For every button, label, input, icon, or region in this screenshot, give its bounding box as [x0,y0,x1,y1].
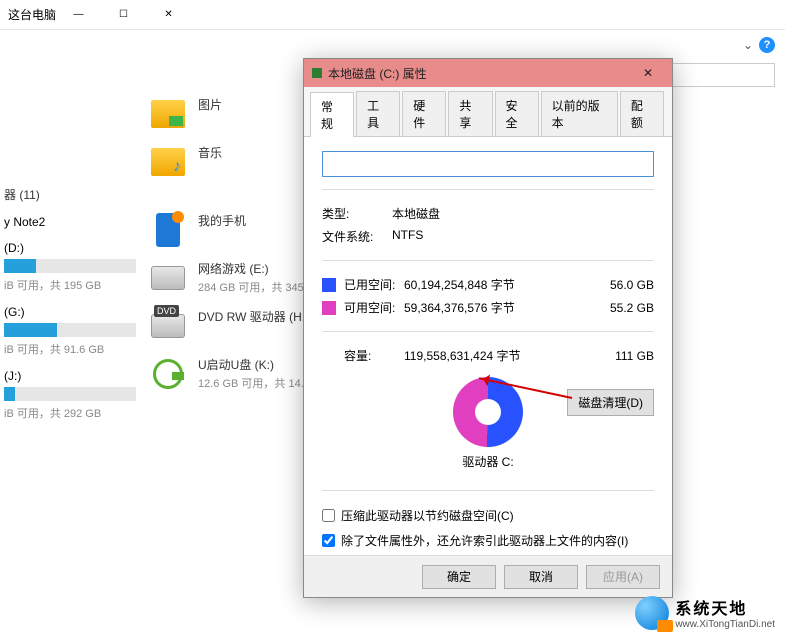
item-label: 音乐 [198,144,222,161]
usage-bar [4,387,136,401]
cancel-button[interactable]: 取消 [504,565,578,589]
help-icon[interactable]: ? [759,37,775,53]
dialog-title: 本地磁盘 (C:) 属性 [328,65,628,82]
drive-sub: iB 可用，共 292 GB [4,405,136,421]
hdd-icon [150,260,186,296]
divider [322,260,654,261]
tab-quota[interactable]: 配额 [620,91,664,136]
usage-bar [4,323,136,337]
drive-sub: iB 可用，共 195 GB [4,277,136,293]
capacity-label: 容量: [344,347,404,364]
dialog-body: 类型: 本地磁盘 文件系统: NTFS 已用空间: 60,194,254,848… [304,137,672,567]
drive-name: (D:) [4,241,136,255]
close-button[interactable]: ✕ [146,0,191,30]
apply-button[interactable]: 应用(A) [586,565,660,589]
drive-sub: iB 可用，共 91.6 GB [4,341,136,357]
usage-bar [4,259,136,273]
item-label: DVD RW 驱动器 (H:) [198,308,309,325]
compress-label: 压缩此驱动器以节约磁盘空间(C) [341,507,514,524]
divider [322,490,654,491]
index-checkbox[interactable] [322,534,335,547]
index-row: 除了文件属性外，还允许索引此驱动器上文件的内容(I) [322,528,654,553]
window-controls: — ☐ ✕ [56,0,191,30]
usb-icon [150,356,186,392]
type-row: 类型: 本地磁盘 [322,202,654,225]
dialog-footer: 确定 取消 应用(A) [304,555,672,597]
globe-icon [635,596,669,630]
index-label: 除了文件属性外，还允许索引此驱动器上文件的内容(I) [341,532,628,549]
drive-name: (J:) [4,369,136,383]
used-space-row: 已用空间: 60,194,254,848 字节 56.0 GB [322,273,654,296]
drive-name: (G:) [4,305,136,319]
toolbar: ⌄ ? [0,30,785,60]
drive-icon [312,68,322,78]
compress-checkbox[interactable] [322,509,335,522]
capacity-gb: 111 GB [594,349,654,363]
window-title: 这台电脑 [8,6,56,23]
free-color-swatch [322,301,336,315]
volume-name-input[interactable] [322,151,654,177]
devices-header: 器 (11) [0,180,140,209]
fs-label: 文件系统: [322,228,392,245]
watermark-title: 系统天地 [675,595,775,619]
used-gb: 56.0 GB [594,278,654,292]
watermark: 系统天地 www.XiTongTianDi.net [635,595,775,630]
left-column: 器 (11) y Note2 (D:) iB 可用，共 195 GB (G:) … [0,90,140,427]
music-folder-icon [150,144,186,180]
divider [322,331,654,332]
pictures-folder-icon [150,96,186,132]
properties-dialog: 本地磁盘 (C:) 属性 ✕ 常规 工具 硬件 共享 安全 以前的版本 配额 类… [303,58,673,598]
maximize-button[interactable]: ☐ [101,0,146,30]
fs-value: NTFS [392,228,654,245]
free-gb: 55.2 GB [594,301,654,315]
chevron-down-icon[interactable]: ⌄ [743,38,753,52]
divider [322,189,654,190]
capacity-row: 容量: 119,558,631,424 字节 111 GB [322,344,654,367]
capacity-bytes: 119,558,631,424 字节 [404,347,594,364]
tab-previous[interactable]: 以前的版本 [541,91,618,136]
list-item[interactable]: y Note2 [0,209,140,235]
window-titlebar: 这台电脑 — ☐ ✕ [0,0,785,30]
used-bytes: 60,194,254,848 字节 [404,276,594,293]
tab-tools[interactable]: 工具 [356,91,400,136]
dvd-icon [150,308,186,344]
free-label: 可用空间: [344,299,404,316]
disk-cleanup-button[interactable]: 磁盘清理(D) [567,389,654,416]
list-item[interactable]: (J:) iB 可用，共 292 GB [0,363,140,427]
drive-name: y Note2 [4,215,136,229]
used-label: 已用空间: [344,276,404,293]
phone-icon [150,212,186,248]
minimize-button[interactable]: — [56,0,101,30]
tab-sharing[interactable]: 共享 [448,91,492,136]
dialog-titlebar[interactable]: 本地磁盘 (C:) 属性 ✕ [304,59,672,87]
list-item[interactable]: (D:) iB 可用，共 195 GB [0,235,140,299]
used-color-swatch [322,278,336,292]
tab-hardware[interactable]: 硬件 [402,91,446,136]
watermark-url: www.XiTongTianDi.net [675,619,775,630]
filesystem-row: 文件系统: NTFS [322,225,654,248]
type-label: 类型: [322,205,392,222]
compress-row: 压缩此驱动器以节约磁盘空间(C) [322,503,654,528]
ok-button[interactable]: 确定 [422,565,496,589]
tab-general[interactable]: 常规 [310,92,354,137]
drive-label: 驱动器 C: [322,453,654,478]
free-space-row: 可用空间: 59,364,376,576 字节 55.2 GB [322,296,654,319]
free-bytes: 59,364,376,576 字节 [404,299,594,316]
list-item[interactable]: (G:) iB 可用，共 91.6 GB [0,299,140,363]
pie-chart-icon [453,377,523,447]
dialog-close-button[interactable]: ✕ [628,66,668,80]
type-value: 本地磁盘 [392,205,654,222]
item-label: 我的手机 [198,212,246,229]
tab-security[interactable]: 安全 [495,91,539,136]
item-label: 网络游戏 (E:) [198,260,315,277]
item-sub: 284 GB 可用，共 345 G [198,279,315,295]
watermark-text: 系统天地 www.XiTongTianDi.net [675,595,775,630]
item-label: 图片 [198,96,222,113]
tab-strip: 常规 工具 硬件 共享 安全 以前的版本 配额 [304,87,672,137]
